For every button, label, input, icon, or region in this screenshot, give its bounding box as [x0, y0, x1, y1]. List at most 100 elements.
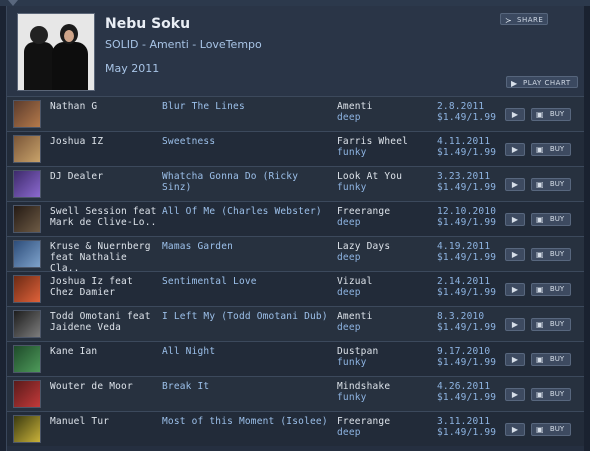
play-track-button[interactable]: ▶	[505, 143, 525, 156]
track-label[interactable]: Vizual	[337, 276, 432, 287]
track-row[interactable]: Nathan G Blur The Lines Amenti deep 2.8.2011…	[7, 96, 585, 131]
share-button[interactable]: ≻ SHARE	[500, 13, 548, 25]
buy-button[interactable]: ▣ BUY	[531, 318, 571, 331]
track-genre[interactable]: deep	[337, 427, 361, 438]
track-title[interactable]: Blur The Lines	[162, 101, 332, 112]
track-genre[interactable]: deep	[337, 112, 361, 123]
track-row[interactable]: Todd Omotani feat Jaidene Veda I Left My …	[7, 306, 585, 341]
scrollbar[interactable]	[584, 6, 590, 451]
play-track-button[interactable]: ▶	[505, 318, 525, 331]
cart-icon: ▣	[536, 110, 544, 119]
cart-icon: ▣	[536, 145, 544, 154]
speaker-icon: ▶	[511, 320, 519, 329]
track-title[interactable]: Break It	[162, 381, 332, 392]
buy-button[interactable]: ▣ BUY	[531, 353, 571, 366]
track-thumbnail[interactable]	[13, 275, 41, 303]
track-row[interactable]: Wouter de Moor Break It Mindshake funky 4.26…	[7, 376, 585, 411]
buy-label: BUY	[549, 320, 565, 328]
track-price: $1.49/1.99	[437, 357, 497, 368]
track-row[interactable]: Swell Session feat Mark de Clive-Lo.. All…	[7, 201, 585, 236]
buy-button[interactable]: ▣ BUY	[531, 143, 571, 156]
track-thumbnail[interactable]	[13, 170, 41, 198]
track-row[interactable]: DJ Dealer Whatcha Gonna Do (Ricky Sinz) Lo…	[7, 166, 585, 201]
track-thumbnail[interactable]	[13, 415, 41, 443]
track-row[interactable]: Kane Ian All Night Dustpan funky 9.17.2010 $1…	[7, 341, 585, 376]
cart-icon: ▣	[536, 215, 544, 224]
chart-artist-name[interactable]: Nebu Soku	[105, 16, 190, 32]
track-genre[interactable]: funky	[337, 182, 367, 193]
track-genre[interactable]: funky	[337, 147, 367, 158]
buy-button[interactable]: ▣ BUY	[531, 213, 571, 226]
chart-subtitle: SOLID - Amenti - LoveTempo	[105, 38, 262, 51]
play-track-button[interactable]: ▶	[505, 283, 525, 296]
track-date: 3.23.2011	[437, 171, 491, 182]
track-artist[interactable]: DJ Dealer	[50, 171, 162, 182]
track-label[interactable]: Mindshake	[337, 381, 432, 392]
share-icon: ≻	[505, 16, 513, 25]
track-artist[interactable]: Nathan G	[50, 101, 162, 112]
play-track-button[interactable]: ▶	[505, 213, 525, 226]
track-title[interactable]: All Of Me (Charles Webster)	[162, 206, 332, 217]
track-artist[interactable]: Joshua IZ	[50, 136, 162, 147]
track-artist[interactable]: Kruse & Nuernberg feat Nathalie Cla..	[50, 241, 162, 274]
track-thumbnail[interactable]	[13, 100, 41, 128]
track-label[interactable]: Amenti	[337, 101, 432, 112]
track-artist[interactable]: Kane Ian	[50, 346, 162, 357]
play-track-button[interactable]: ▶	[505, 353, 525, 366]
track-date: 12.10.2010	[437, 206, 497, 217]
track-title[interactable]: All Night	[162, 346, 332, 357]
buy-button[interactable]: ▣ BUY	[531, 423, 571, 436]
play-track-button[interactable]: ▶	[505, 388, 525, 401]
track-label[interactable]: Amenti	[337, 311, 432, 322]
track-label[interactable]: Freerange	[337, 206, 432, 217]
buy-button[interactable]: ▣ BUY	[531, 178, 571, 191]
track-thumbnail[interactable]	[13, 135, 41, 163]
play-track-button[interactable]: ▶	[505, 248, 525, 261]
track-thumbnail[interactable]	[13, 205, 41, 233]
track-artist[interactable]: Manuel Tur	[50, 416, 162, 427]
track-date: 4.11.2011	[437, 136, 491, 147]
track-label[interactable]: Dustpan	[337, 346, 432, 357]
track-thumbnail[interactable]	[13, 310, 41, 338]
track-row[interactable]: Joshua IZ Sweetness Farris Wheel funky 4.11.…	[7, 131, 585, 166]
release-header: Nebu Soku SOLID - Amenti - LoveTempo May…	[7, 6, 585, 96]
track-row[interactable]: Manuel Tur Most of this Moment (Isolee) Fr…	[7, 411, 585, 446]
track-title[interactable]: Most of this Moment (Isolee)	[162, 416, 332, 427]
track-genre[interactable]: deep	[337, 322, 361, 333]
buy-button[interactable]: ▣ BUY	[531, 283, 571, 296]
play-chart-button[interactable]: ▶ PLAY CHART	[506, 76, 578, 88]
share-label: SHARE	[517, 16, 544, 24]
track-label[interactable]: Look At You	[337, 171, 432, 182]
track-thumbnail[interactable]	[13, 345, 41, 373]
buy-button[interactable]: ▣ BUY	[531, 388, 571, 401]
track-title[interactable]: Mamas Garden	[162, 241, 332, 252]
track-title[interactable]: Sentimental Love	[162, 276, 332, 287]
track-title[interactable]: Sweetness	[162, 136, 332, 147]
track-date: 3.11.2011	[437, 416, 491, 427]
track-label[interactable]: Farris Wheel	[337, 136, 432, 147]
buy-button[interactable]: ▣ BUY	[531, 108, 571, 121]
play-track-button[interactable]: ▶	[505, 178, 525, 191]
speaker-icon: ▶	[511, 355, 519, 364]
track-row[interactable]: Joshua Iz feat Chez Damier Sentimental Lo…	[7, 271, 585, 306]
track-genre[interactable]: deep	[337, 217, 361, 228]
track-price: $1.49/1.99	[437, 322, 497, 333]
track-artist[interactable]: Swell Session feat Mark de Clive-Lo..	[50, 206, 162, 228]
track-thumbnail[interactable]	[13, 240, 41, 268]
track-artist[interactable]: Wouter de Moor	[50, 381, 162, 392]
track-label[interactable]: Freerange	[337, 416, 432, 427]
track-genre[interactable]: deep	[337, 287, 361, 298]
track-title[interactable]: Whatcha Gonna Do (Ricky Sinz)	[162, 171, 332, 193]
play-track-button[interactable]: ▶	[505, 108, 525, 121]
track-artist[interactable]: Todd Omotani feat Jaidene Veda	[50, 311, 162, 333]
play-track-button[interactable]: ▶	[505, 423, 525, 436]
track-label[interactable]: Lazy Days	[337, 241, 432, 252]
track-genre[interactable]: funky	[337, 392, 367, 403]
track-row[interactable]: Kruse & Nuernberg feat Nathalie Cla.. Mam…	[7, 236, 585, 274]
track-genre[interactable]: deep	[337, 252, 361, 263]
track-artist[interactable]: Joshua Iz feat Chez Damier	[50, 276, 162, 298]
track-thumbnail[interactable]	[13, 380, 41, 408]
track-title[interactable]: I Left My (Todd Omotani Dub)	[162, 311, 332, 322]
buy-button[interactable]: ▣ BUY	[531, 248, 571, 261]
track-genre[interactable]: funky	[337, 357, 367, 368]
